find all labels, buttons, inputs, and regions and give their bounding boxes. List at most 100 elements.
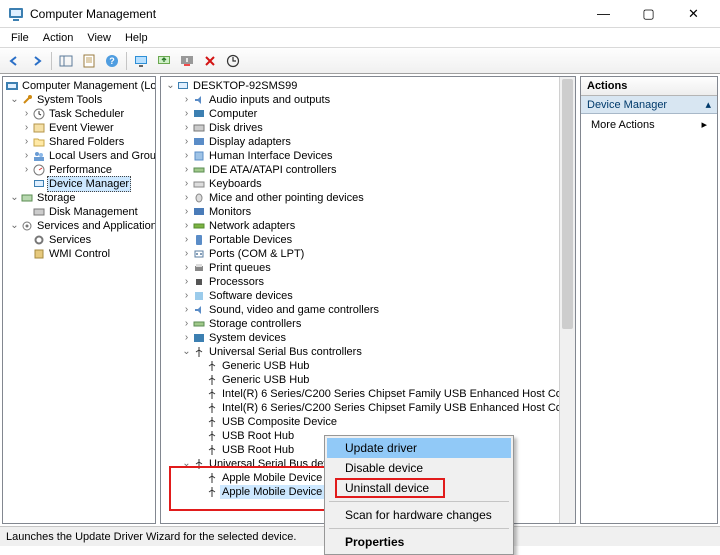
ctx-uninstall-device[interactable]: Uninstall device <box>327 478 511 498</box>
expand-icon[interactable]: › <box>181 303 192 317</box>
cat-proc[interactable]: ›Processors <box>161 275 559 289</box>
monitor-button[interactable] <box>130 50 152 72</box>
scope-performance[interactable]: ›Performance <box>3 163 155 177</box>
scope-shared-folders[interactable]: ›Shared Folders <box>3 135 155 149</box>
expand-icon[interactable]: › <box>21 149 32 163</box>
expand-icon[interactable]: › <box>181 93 192 107</box>
scope-pane[interactable]: Computer Management (Local ⌄ System Tool… <box>2 76 156 524</box>
menu-help[interactable]: Help <box>118 31 155 45</box>
cat-storage-ctrl[interactable]: ›Storage controllers <box>161 317 559 331</box>
minimize-button[interactable]: — <box>581 0 626 27</box>
expand-icon[interactable]: › <box>21 135 32 149</box>
expand-icon[interactable]: › <box>181 331 192 345</box>
cat-computer[interactable]: ›Computer <box>161 107 559 121</box>
scope-event-viewer[interactable]: ›Event Viewer <box>3 121 155 135</box>
scope-task-scheduler[interactable]: ›Task Scheduler <box>3 107 155 121</box>
scope-wmi[interactable]: WMI Control <box>3 247 155 261</box>
ctx-update-driver[interactable]: Update driver <box>327 438 511 458</box>
actions-section-bar[interactable]: Device Manager ▴ <box>581 96 717 114</box>
svg-text:?: ? <box>109 56 115 66</box>
performance-icon <box>32 163 46 177</box>
actions-more-row[interactable]: More Actions ▸ <box>581 114 717 135</box>
expand-icon[interactable]: › <box>181 191 192 205</box>
expand-icon[interactable]: › <box>181 275 192 289</box>
cat-portable[interactable]: ›Portable Devices <box>161 233 559 247</box>
update-driver-button[interactable] <box>153 50 175 72</box>
menu-view[interactable]: View <box>80 31 118 45</box>
dev-intel-ehci[interactable]: Intel(R) 6 Series/C200 Series Chipset Fa… <box>161 401 559 415</box>
forward-button[interactable] <box>26 50 48 72</box>
expand-icon[interactable]: › <box>181 205 192 219</box>
dev-generic-hub[interactable]: Generic USB Hub <box>161 359 559 373</box>
show-hide-tree-button[interactable] <box>55 50 77 72</box>
expand-icon[interactable]: › <box>181 107 192 121</box>
device-root[interactable]: ⌄DESKTOP-92SMS99 <box>161 79 559 93</box>
cat-software[interactable]: ›Software devices <box>161 289 559 303</box>
usb-icon <box>205 485 219 499</box>
expand-icon[interactable]: › <box>181 317 192 331</box>
expand-icon[interactable]: › <box>181 121 192 135</box>
vertical-scrollbar[interactable] <box>559 77 575 523</box>
cat-display[interactable]: ›Display adapters <box>161 135 559 149</box>
scope-services-apps[interactable]: ⌄Services and Applications <box>3 219 155 233</box>
scan-hardware-button[interactable] <box>222 50 244 72</box>
expand-icon[interactable]: › <box>21 107 32 121</box>
expand-icon[interactable]: › <box>181 163 192 177</box>
disable-button[interactable] <box>176 50 198 72</box>
menu-action[interactable]: Action <box>36 31 81 45</box>
scope-disk-mgmt[interactable]: Disk Management <box>3 205 155 219</box>
cat-sound[interactable]: ›Sound, video and game controllers <box>161 303 559 317</box>
expand-icon[interactable]: ⌄ <box>9 219 20 233</box>
back-button[interactable] <box>3 50 25 72</box>
expand-icon[interactable]: › <box>181 149 192 163</box>
cat-keyboards[interactable]: ›Keyboards <box>161 177 559 191</box>
cat-system-devices[interactable]: ›System devices <box>161 331 559 345</box>
scope-services[interactable]: Services <box>3 233 155 247</box>
usb-icon <box>205 443 219 457</box>
cat-mice[interactable]: ›Mice and other pointing devices <box>161 191 559 205</box>
expand-icon[interactable]: › <box>181 247 192 261</box>
scope-local-users[interactable]: ›Local Users and Groups <box>3 149 155 163</box>
scope-system-tools[interactable]: ⌄ System Tools <box>3 93 155 107</box>
cat-network[interactable]: ›Network adapters <box>161 219 559 233</box>
scope-storage[interactable]: ⌄Storage <box>3 191 155 205</box>
expand-icon[interactable]: › <box>21 163 32 177</box>
collapse-icon[interactable]: ▴ <box>705 98 711 111</box>
expand-icon[interactable]: ⌄ <box>165 79 176 93</box>
close-button[interactable]: ✕ <box>671 0 716 27</box>
dev-usb-composite[interactable]: USB Composite Device <box>161 415 559 429</box>
uninstall-button[interactable] <box>199 50 221 72</box>
cat-ide[interactable]: ›IDE ATA/ATAPI controllers <box>161 163 559 177</box>
expand-icon[interactable]: ⌄ <box>9 191 20 205</box>
expand-icon[interactable]: › <box>181 289 192 303</box>
dev-generic-hub[interactable]: Generic USB Hub <box>161 373 559 387</box>
expand-icon[interactable]: › <box>181 261 192 275</box>
expand-icon[interactable]: › <box>181 233 192 247</box>
cat-ports[interactable]: ›Ports (COM & LPT) <box>161 247 559 261</box>
dev-intel-ehci[interactable]: Intel(R) 6 Series/C200 Series Chipset Fa… <box>161 387 559 401</box>
properties-button[interactable] <box>78 50 100 72</box>
ctx-disable-device[interactable]: Disable device <box>327 458 511 478</box>
help-button[interactable]: ? <box>101 50 123 72</box>
cat-usb-controllers[interactable]: ⌄Universal Serial Bus controllers <box>161 345 559 359</box>
cat-disk-drives[interactable]: ›Disk drives <box>161 121 559 135</box>
expand-icon[interactable]: ⌄ <box>181 345 192 359</box>
cat-audio[interactable]: ›Audio inputs and outputs <box>161 93 559 107</box>
expand-icon[interactable]: › <box>181 219 192 233</box>
cat-hid[interactable]: ›Human Interface Devices <box>161 149 559 163</box>
expand-icon[interactable]: › <box>181 177 192 191</box>
cat-print[interactable]: ›Print queues <box>161 261 559 275</box>
expand-icon[interactable]: › <box>181 135 192 149</box>
expand-icon[interactable]: ⌄ <box>181 457 192 471</box>
menu-file[interactable]: File <box>4 31 36 45</box>
ctx-scan-hardware[interactable]: Scan for hardware changes <box>327 505 511 525</box>
ctx-properties[interactable]: Properties <box>327 532 511 552</box>
cat-monitors[interactable]: ›Monitors <box>161 205 559 219</box>
maximize-button[interactable]: ▢ <box>626 0 671 27</box>
scrollbar-thumb[interactable] <box>562 79 573 329</box>
usb-icon <box>205 387 219 401</box>
scope-device-manager[interactable]: Device Manager <box>3 177 155 191</box>
expand-icon[interactable]: ⌄ <box>9 93 20 107</box>
expand-icon[interactable]: › <box>21 121 32 135</box>
scope-root[interactable]: Computer Management (Local <box>3 79 155 93</box>
